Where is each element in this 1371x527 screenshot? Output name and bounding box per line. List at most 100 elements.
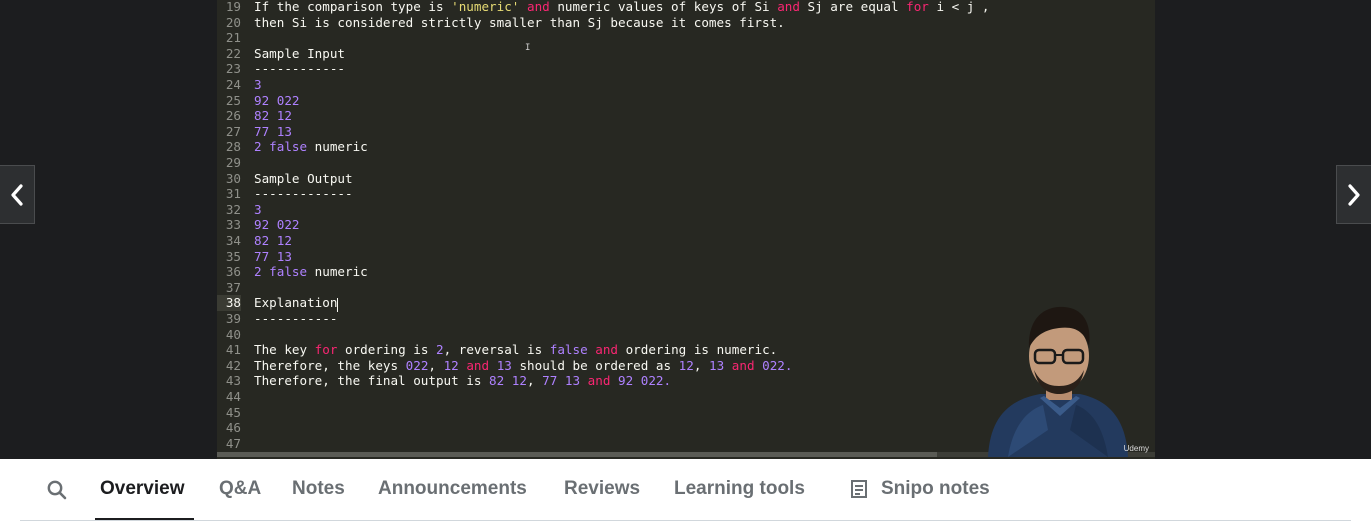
code-line: 23 ------------ [217,61,345,77]
tab-announcements[interactable]: Announcements [378,478,527,500]
line-number: 22 [225,45,241,61]
code-token: 022 [405,357,429,373]
instructor-portrait [988,306,1128,457]
code-line: 39 ----------- [217,311,338,327]
line-number: 21 [225,30,241,46]
code-line: 31 ------------- [217,186,353,202]
line-number: 46 [225,420,241,436]
code-token: and [731,357,755,373]
next-lecture-button[interactable] [1336,165,1371,224]
code-line: 44 [217,389,254,405]
code-token: 2 false [254,264,308,280]
code-line: 42 Therefore, the keys 022, 12 and 13 sho… [217,357,793,374]
code-token: numeric [307,139,368,155]
code-token: ------------ [254,61,345,77]
line-number: 25 [225,92,241,108]
code-line: 41 The key for ordering is 2, reversal is… [217,342,777,358]
line-number: 24 [225,77,241,92]
code-line: 22 Sample Input [217,46,345,62]
code-line: 46 [217,420,254,436]
code-token: ------------- [254,186,353,202]
tab-learning-tools[interactable]: Learning tools [674,478,805,500]
line-number: 26 [225,108,241,124]
line-number: 30 [225,170,241,186]
code-token: 12 [443,357,459,373]
line-number: 36 [225,264,241,280]
line-number: 44 [225,389,241,404]
code-line: 24 3 [217,77,262,93]
code-line: 35 77 13 [217,249,292,265]
text-cursor-icon: I [525,43,531,53]
code-token: i < j , [928,0,990,14]
line-number: 45 [225,404,241,420]
line-number: 37 [225,279,241,295]
code-token: for [314,342,338,358]
code-token: 92 022 [254,217,300,233]
code-token: , [693,357,710,373]
line-number: 35 [225,248,241,264]
code-line: 45 [217,405,254,421]
line-number: 41 [225,342,241,358]
text-caret [337,298,338,312]
code-token: The key [254,342,315,358]
chevron-left-icon [11,183,23,206]
code-token: and [777,0,800,14]
code-line: 37 [217,280,254,296]
code-token: false [549,342,588,358]
code-token: Sj are equal [799,0,907,14]
search-button[interactable] [46,479,70,503]
code-line: 34 82 12 [217,233,292,249]
code-token: Sample Output [254,170,353,186]
chevron-right-icon [1348,183,1360,206]
code-token: 13 [496,357,512,373]
line-number: 47 [225,435,241,451]
notes-list-icon [851,480,867,498]
tab-overview[interactable]: Overview [100,478,185,500]
code-token: then Si is considered strictly smaller t… [254,14,785,30]
line-number: 23 [225,61,241,77]
line-number: 40 [225,326,241,342]
code-token: 77 13 [254,123,292,139]
tab-qa[interactable]: Q&A [219,478,261,500]
code-line: 25 92 022 [217,93,300,109]
code-token: Therefore, the final output is [254,373,490,389]
code-token: 12 [678,357,694,373]
code-token: 82 12 [254,233,292,248]
code-token: numeric values of keys of Si [549,0,778,14]
code-token: 13 [709,357,725,373]
line-number: 33 [225,217,241,233]
code-token: and [595,342,619,358]
code-line: 32 3 [217,202,262,218]
tab-notes[interactable]: Notes [292,478,345,500]
tab-snipo-notes[interactable]: Snipo notes [848,478,990,500]
code-token: , reversal is [443,342,550,358]
code-line: 30 Sample Output [217,171,353,187]
code-line: 28 2 false numeric [217,139,368,155]
code-token: and [526,0,550,14]
search-icon [47,480,67,500]
line-number: 42 [225,357,241,373]
code-line: 21 [217,30,254,46]
code-token: 92 022 [254,92,300,108]
code-token: for [906,0,929,14]
code-token: Sample Input [254,45,345,61]
code-token: 77 13 [542,373,581,389]
code-token: 'numeric' [451,0,520,14]
code-token: 82 12 [489,373,527,389]
video-player[interactable]: 19 If the comparison type is 'numeric' an… [0,0,1371,459]
instructor-webcam: Udemy [968,300,1155,457]
code-line: 20 then Si is considered strictly smaller… [217,15,785,31]
code-token: ordering is numeric. [618,342,778,358]
tab-reviews[interactable]: Reviews [564,478,640,500]
code-token: If the comparison type is [254,0,452,14]
code-line: 27 77 13 [217,124,292,140]
progress-fill [217,452,937,457]
code-line: 19 If the comparison type is 'numeric' an… [217,0,990,15]
code-line: 36 2 false numeric [217,264,368,280]
line-number: 34 [225,233,241,248]
previous-lecture-button[interactable] [0,165,35,224]
